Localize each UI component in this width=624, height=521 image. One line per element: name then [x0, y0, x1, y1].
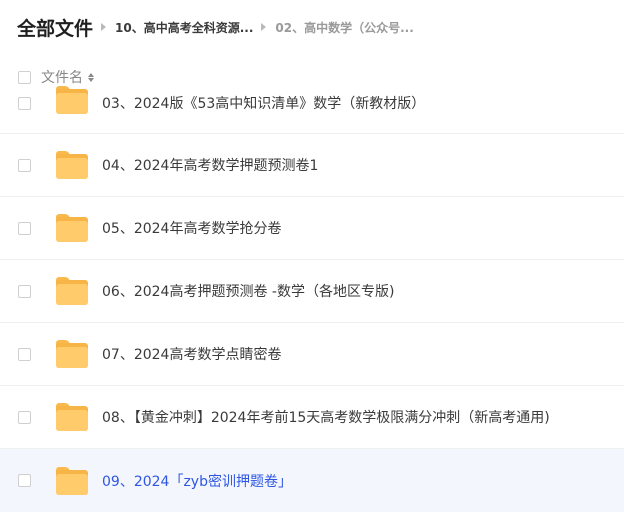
folder-icon	[56, 151, 88, 179]
breadcrumb: 全部文件 10、高中高考全科资源... 02、高中数学（公众号...	[17, 12, 414, 42]
row-checkbox[interactable]	[18, 474, 31, 487]
list-header: 文件名	[0, 65, 624, 89]
sort-icon[interactable]	[88, 72, 94, 82]
row-checkbox[interactable]	[18, 410, 31, 424]
file-name[interactable]: 04、2024年高考数学押题预测卷1	[102, 155, 318, 175]
row-checkbox[interactable]	[18, 96, 31, 110]
folder-icon	[56, 86, 88, 114]
file-name[interactable]: 07、2024高考数学点睛密卷	[102, 344, 281, 364]
folder-icon	[56, 214, 88, 242]
folder-icon	[56, 403, 88, 431]
file-row[interactable]: 04、2024年高考数学押题预测卷1	[0, 134, 624, 197]
file-browser: 全部文件 10、高中高考全科资源... 02、高中数学（公众号... 03、20…	[0, 0, 624, 521]
file-name[interactable]: 09、2024「zyb密训押题卷」	[102, 471, 292, 491]
folder-icon	[56, 466, 88, 495]
folder-icon	[56, 277, 88, 305]
breadcrumb-item-current[interactable]: 02、高中数学（公众号...	[275, 19, 413, 36]
folder-icon	[56, 340, 88, 368]
breadcrumb-separator-icon	[261, 23, 267, 31]
breadcrumb-root[interactable]: 全部文件	[17, 14, 93, 41]
file-name[interactable]: 03、2024版《53高中知识清单》数学（新教材版）	[102, 93, 425, 113]
row-checkbox[interactable]	[18, 158, 31, 172]
file-row[interactable]: 08、【黄金冲刺】2024年考前15天高考数学极限满分冲刺（新高考通用)	[0, 386, 624, 449]
breadcrumb-item[interactable]: 10、高中高考全科资源...	[115, 19, 253, 36]
file-row[interactable]: 06、2024高考押题预测卷 -数学（各地区专版)	[0, 260, 624, 323]
row-checkbox[interactable]	[18, 347, 31, 361]
file-row[interactable]: 07、2024高考数学点睛密卷	[0, 323, 624, 386]
file-name[interactable]: 06、2024高考押题预测卷 -数学（各地区专版)	[102, 281, 394, 301]
column-header-name[interactable]: 文件名	[41, 67, 83, 87]
row-checkbox[interactable]	[18, 284, 31, 298]
row-checkbox[interactable]	[18, 221, 31, 235]
file-row-hovered[interactable]: 09、2024「zyb密训押题卷」	[0, 449, 624, 512]
file-name[interactable]: 08、【黄金冲刺】2024年考前15天高考数学极限满分冲刺（新高考通用)	[102, 407, 550, 427]
file-name[interactable]: 05、2024年高考数学抢分卷	[102, 218, 281, 238]
breadcrumb-separator-icon	[101, 23, 107, 31]
select-all-checkbox[interactable]	[18, 70, 31, 84]
file-list: 03、2024版《53高中知识清单》数学（新教材版） 04、2024年高考数学押…	[0, 73, 624, 512]
file-row[interactable]: 05、2024年高考数学抢分卷	[0, 197, 624, 260]
